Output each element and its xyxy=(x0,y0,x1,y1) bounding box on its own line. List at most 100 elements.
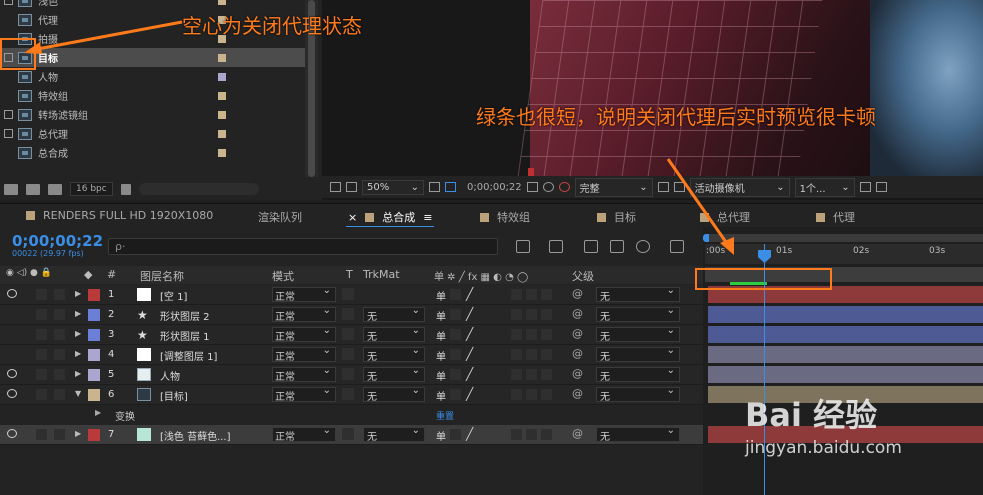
frame-blending-icon[interactable] xyxy=(610,240,624,253)
solo-toggle[interactable] xyxy=(36,369,47,380)
tab-menu-icon[interactable]: ≡ xyxy=(423,211,432,224)
toggle-pixel-icon[interactable] xyxy=(859,182,871,192)
effect-switch[interactable] xyxy=(511,329,522,340)
adjustment-switch[interactable] xyxy=(526,309,537,320)
layer-label-color[interactable] xyxy=(88,289,100,301)
3d-switch[interactable] xyxy=(541,289,552,300)
preserve-transparency-toggle[interactable] xyxy=(342,308,354,320)
project-item[interactable]: 总合成 xyxy=(0,143,305,162)
expand-layer-icon[interactable]: ▶ xyxy=(75,429,81,438)
time-navigator[interactable] xyxy=(705,234,983,242)
blend-mode-select[interactable]: 正常 xyxy=(272,285,336,303)
blend-mode-select[interactable]: 正常 xyxy=(272,325,336,343)
layer-label-color[interactable] xyxy=(88,389,100,401)
lock-toggle[interactable] xyxy=(54,369,65,380)
effect-switch[interactable] xyxy=(511,429,522,440)
layer-name-header[interactable]: 图层名称 xyxy=(140,268,184,284)
preserve-transparency-toggle[interactable] xyxy=(342,368,354,380)
current-time-display[interactable]: 0;00;00;22 xyxy=(12,232,103,250)
tab-main-comp[interactable]: × 总合成 ≡ xyxy=(345,209,435,228)
proxy-checkbox[interactable] xyxy=(4,110,13,119)
label-swatch[interactable] xyxy=(218,148,226,157)
expand-layer-icon[interactable]: ▶ xyxy=(75,289,81,298)
region-of-interest-icon[interactable] xyxy=(445,182,456,192)
shy-layers-icon[interactable] xyxy=(584,240,598,253)
views-select[interactable]: 1个... ⌄ xyxy=(794,177,855,197)
layer-row[interactable]: ▶ 1 [空 1] 正常 单 ╱ @ 无 xyxy=(0,285,703,305)
bpc-button[interactable]: 16 bpc xyxy=(70,182,113,196)
expand-layer-icon[interactable]: ▶ xyxy=(75,369,81,378)
solo-toggle[interactable] xyxy=(36,389,47,400)
expand-layer-icon[interactable]: ▶ xyxy=(75,309,81,318)
collapse-switch[interactable] xyxy=(450,309,461,320)
solo-toggle[interactable] xyxy=(36,349,47,360)
new-folder-icon[interactable] xyxy=(26,183,40,195)
layer-label-color[interactable] xyxy=(88,349,100,361)
quality-switch-icon[interactable]: ╱ xyxy=(466,287,473,301)
track-matte-select[interactable]: 无 xyxy=(363,325,425,343)
layer-row[interactable]: ▶2★形状图层 2正常无单╱@无 xyxy=(0,305,703,325)
pick-whip-icon[interactable]: @ xyxy=(572,287,583,300)
shy-switch-icon[interactable]: 单 xyxy=(436,348,446,363)
collapse-switch[interactable] xyxy=(450,329,461,340)
preserve-transparency-toggle[interactable] xyxy=(342,388,354,400)
layer-name[interactable]: 人物 xyxy=(160,368,180,383)
effect-switch[interactable] xyxy=(511,369,522,380)
lock-toggle[interactable] xyxy=(54,349,65,360)
3d-switch[interactable] xyxy=(541,329,552,340)
parent-select[interactable]: 无 xyxy=(596,385,680,403)
quality-switch-icon[interactable]: ╱ xyxy=(466,327,473,341)
pick-whip-icon[interactable]: @ xyxy=(572,367,583,380)
effect-switch[interactable] xyxy=(511,309,522,320)
collapse-switch[interactable] xyxy=(450,369,461,380)
project-item[interactable]: 特效组 xyxy=(0,86,305,105)
pick-whip-icon[interactable]: @ xyxy=(572,307,583,320)
preserve-transparency-toggle[interactable] xyxy=(342,288,354,300)
parent-select[interactable]: 无 xyxy=(596,325,680,343)
parent-select[interactable]: 无 xyxy=(596,365,680,383)
project-item[interactable]: 转场滤镜组 xyxy=(0,105,305,124)
track-matte-select[interactable]: 无 xyxy=(363,365,425,383)
effect-switch[interactable] xyxy=(511,349,522,360)
track-matte-select[interactable]: 无 xyxy=(363,345,425,363)
draft-3d-icon[interactable] xyxy=(549,240,563,253)
3d-switch[interactable] xyxy=(541,389,552,400)
expand-transform-icon[interactable]: ▶ xyxy=(95,408,101,417)
lock-toggle[interactable] xyxy=(54,289,65,300)
trash-icon[interactable] xyxy=(120,183,131,195)
new-comp-icon[interactable] xyxy=(48,183,62,195)
preserve-transparency-toggle[interactable] xyxy=(342,328,354,340)
pick-whip-icon[interactable]: @ xyxy=(572,387,583,400)
quality-switch-icon[interactable]: ╱ xyxy=(466,307,473,321)
eye-icon[interactable] xyxy=(7,389,17,398)
label-swatch[interactable] xyxy=(218,72,226,81)
parent-select[interactable]: 无 xyxy=(596,285,680,303)
project-item[interactable]: 总代理 xyxy=(0,124,305,143)
layer-name[interactable]: [空 1] xyxy=(160,288,187,303)
expand-layer-icon[interactable]: ▼ xyxy=(75,389,81,398)
show-snapshot-icon[interactable] xyxy=(542,182,554,192)
quality-switch-icon[interactable]: ╱ xyxy=(466,387,473,401)
eye-icon[interactable] xyxy=(7,369,17,378)
project-item[interactable]: 浅色 xyxy=(0,0,305,10)
fit-icon[interactable] xyxy=(429,182,440,192)
adjustment-switch[interactable] xyxy=(526,389,537,400)
blend-mode-select[interactable]: 正常 xyxy=(272,305,336,323)
monitor-icon[interactable] xyxy=(346,182,357,192)
3d-switch[interactable] xyxy=(541,369,552,380)
shy-switch-icon[interactable]: 单 xyxy=(436,308,446,323)
tab-proxy[interactable]: 代理 xyxy=(816,209,855,225)
collapse-switch[interactable] xyxy=(450,389,461,400)
quality-switch-icon[interactable]: ╱ xyxy=(466,427,473,441)
track-matte-select[interactable]: 无 xyxy=(363,305,425,323)
motion-blur-icon[interactable] xyxy=(636,240,650,253)
solo-toggle[interactable] xyxy=(36,289,47,300)
layer-row[interactable]: ▶5人物正常无单╱@无 xyxy=(0,365,703,385)
label-swatch[interactable] xyxy=(218,91,226,100)
shy-switch-icon[interactable]: 单 xyxy=(436,328,446,343)
effect-switch[interactable] xyxy=(511,389,522,400)
adjustment-switch[interactable] xyxy=(526,349,537,360)
layer-name[interactable]: [浅色 苔藓色...] xyxy=(160,428,231,443)
layer-label-color[interactable] xyxy=(88,429,100,441)
comp-flowchart-icon[interactable] xyxy=(516,240,530,253)
